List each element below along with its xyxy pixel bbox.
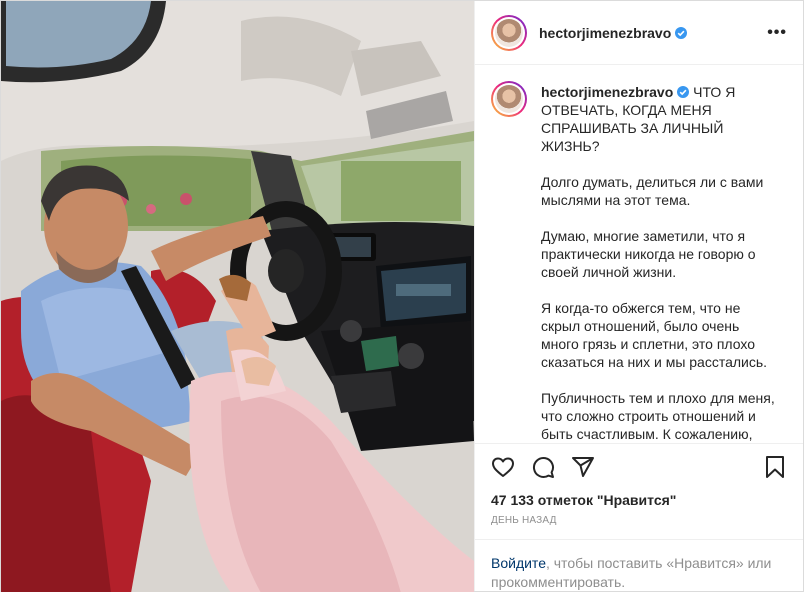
avatar[interactable] <box>491 14 527 51</box>
paper-plane-icon[interactable] <box>571 455 595 479</box>
caption-paragraph: Публичность тем и плохо для меня, что сл… <box>541 390 775 442</box>
verified-badge-icon <box>675 26 688 39</box>
action-bar <box>475 443 803 489</box>
likes-count[interactable]: 47 133 отметок "Нравится" <box>475 489 803 511</box>
post-timestamp[interactable]: день назад <box>475 511 803 539</box>
caption-paragraph: Я когда-то обжегся тем, что не скрыл отн… <box>541 300 768 370</box>
caption-paragraph: Думаю, многие заметили, что я практическ… <box>541 228 756 280</box>
caption-avatar[interactable] <box>491 81 527 117</box>
caption-area: hectorjimenezbravo ЧТО Я ОТВЕЧАТЬ, КОГДА… <box>475 65 803 443</box>
caption: hectorjimenezbravo ЧТО Я ОТВЕЧАТЬ, КОГДА… <box>491 81 787 443</box>
header-username[interactable]: hectorjimenezbravo <box>539 25 688 41</box>
login-link[interactable]: Войдите <box>491 555 546 571</box>
post-sidebar: hectorjimenezbravo ••• hectorjimenezbrav… <box>474 1 803 591</box>
login-prompt: Войдите, чтобы поставить «Нравится» или … <box>475 539 803 591</box>
post-header: hectorjimenezbravo ••• <box>475 1 803 65</box>
car-photo-image <box>1 1 474 592</box>
bookmark-icon[interactable] <box>763 455 787 479</box>
post-photo[interactable] <box>1 1 474 592</box>
comment-icon[interactable] <box>531 455 555 479</box>
header-username-text[interactable]: hectorjimenezbravo <box>539 25 671 41</box>
caption-text: hectorjimenezbravo ЧТО Я ОТВЕЧАТЬ, КОГДА… <box>541 83 779 443</box>
more-horizontal-icon[interactable]: ••• <box>767 24 787 42</box>
caption-username[interactable]: hectorjimenezbravo <box>541 84 673 100</box>
verified-badge-icon <box>677 86 690 98</box>
heart-icon[interactable] <box>491 455 515 479</box>
instagram-post: hectorjimenezbravo ••• hectorjimenezbrav… <box>0 0 804 592</box>
caption-title-paragraph: hectorjimenezbravo ЧТО Я ОТВЕЧАТЬ, КОГДА… <box>541 83 779 155</box>
caption-paragraph: Долго думать, делиться ли с вами мыслями… <box>541 174 764 208</box>
